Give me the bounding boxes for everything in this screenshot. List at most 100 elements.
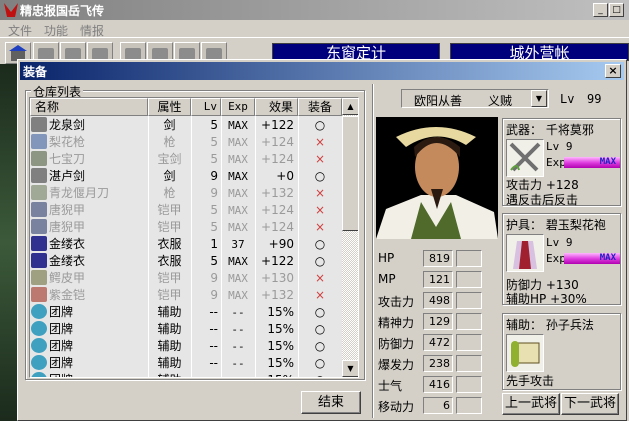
prev-general-button[interactable]: 上一武将 xyxy=(502,393,560,415)
item-exp: MAX xyxy=(228,170,248,183)
item-lv: 5 xyxy=(210,135,218,149)
item-effect: +122 xyxy=(261,118,294,132)
menu-bar: 文件 功能 情报 xyxy=(0,20,629,38)
shield-icon xyxy=(31,321,47,336)
item-name: 鳄皮甲 xyxy=(49,271,86,285)
close-button[interactable]: × xyxy=(605,64,621,78)
table-row[interactable]: 青龙偃月刀 枪 9 MAX +132 × xyxy=(30,185,342,202)
table-row[interactable]: 团牌 辅助 -- -- 15% ○ xyxy=(30,372,342,377)
item-effect: +132 xyxy=(261,288,294,302)
table-row[interactable]: 金缕衣 衣服 5 MAX +122 ○ xyxy=(30,253,342,270)
table-row[interactable]: 湛卢剑 剑 9 MAX +0 ○ xyxy=(30,168,342,185)
table-row[interactable]: 鳄皮甲 铠甲 9 MAX +130 × xyxy=(30,270,342,287)
table-row[interactable]: 团牌 辅助 -- -- 15% ○ xyxy=(30,355,342,372)
item-attr: 辅助 xyxy=(157,339,182,353)
item-lv: 9 xyxy=(210,288,218,302)
stat-label: 防御力 xyxy=(378,337,415,351)
item-exp: -- xyxy=(231,323,245,336)
stat-value: 472 xyxy=(423,334,453,351)
table-row[interactable]: 龙泉剑 剑 5 MAX +122 ○ xyxy=(30,117,342,134)
item-name: 唐猊甲 xyxy=(49,220,86,234)
table-row[interactable]: 团牌 辅助 -- -- 15% ○ xyxy=(30,304,342,321)
scroll-thumb[interactable] xyxy=(342,116,358,231)
stat-bonus-box xyxy=(456,271,482,288)
item-name: 金缕衣 xyxy=(49,237,86,251)
item-attr: 枪 xyxy=(163,186,176,200)
item-exp: MAX xyxy=(228,221,248,234)
item-attr: 枪 xyxy=(163,135,176,149)
weapon-exp-bar: MAX xyxy=(564,157,620,168)
column-effect[interactable]: 效果 xyxy=(255,98,298,116)
scroll-icon xyxy=(511,341,540,367)
item-equip-status: × xyxy=(314,186,326,200)
item-exp: -- xyxy=(231,340,245,353)
column-lv[interactable]: Lv xyxy=(191,98,221,116)
item-attr: 铠甲 xyxy=(157,271,182,285)
item-exp: MAX xyxy=(228,153,248,166)
robe-icon xyxy=(31,236,47,251)
weapon-panel: 武器： 千将莫邪 Lv 9 Exp MAX 攻击力 +128 遇反击后反击 xyxy=(502,118,621,207)
item-effect: +90 xyxy=(268,237,294,251)
column-attr[interactable]: 属性 xyxy=(148,98,191,116)
menu-info[interactable]: 情报 xyxy=(80,22,104,39)
scroll-up-button[interactable]: ▲ xyxy=(342,98,358,115)
stat-value: 121 xyxy=(423,271,453,288)
weapon-exp-label: Exp xyxy=(546,156,566,169)
item-effect: +132 xyxy=(261,186,294,200)
armor-bonus: 辅助HP +30% xyxy=(506,292,587,306)
menu-file[interactable]: 文件 xyxy=(8,22,32,39)
stat-value: 6 xyxy=(423,397,453,414)
item-attr: 辅助 xyxy=(157,356,182,370)
table-row[interactable]: 梨花枪 枪 5 MAX +124 × xyxy=(30,134,342,151)
minimize-button[interactable]: _ xyxy=(593,3,608,17)
next-general-button[interactable]: 下一武将 xyxy=(561,393,619,415)
item-lv: -- xyxy=(209,322,218,336)
aux-title: 辅助： 孙子兵法 xyxy=(506,318,594,332)
sword-icon xyxy=(31,117,47,132)
item-attr: 宝剑 xyxy=(157,152,182,166)
column-equip[interactable]: 装备 xyxy=(298,98,342,116)
item-attr: 剑 xyxy=(163,169,176,183)
item-equip-status: × xyxy=(314,152,326,166)
item-equip-status: ○ xyxy=(314,118,326,132)
item-lv: 5 xyxy=(210,220,218,234)
item-effect: +122 xyxy=(261,254,294,268)
column-name[interactable]: 名称 xyxy=(30,98,148,116)
table-row[interactable]: 唐猊甲 铠甲 5 MAX +124 × xyxy=(30,219,342,236)
table-row[interactable]: 团牌 辅助 -- -- 15% ○ xyxy=(30,321,342,338)
list-scrollbar[interactable]: ▲ ▼ xyxy=(342,98,358,377)
item-name: 龙泉剑 xyxy=(49,118,86,132)
table-row[interactable]: 七宝刀 宝剑 5 MAX +124 × xyxy=(30,151,342,168)
table-row[interactable]: 金缕衣 衣服 1 37 +90 ○ xyxy=(30,236,342,253)
table-row[interactable]: 唐猊甲 铠甲 5 MAX +124 × xyxy=(30,202,342,219)
character-select[interactable]: 欧阳从善 义贼 ▼ xyxy=(401,89,549,108)
item-equip-status: ○ xyxy=(314,339,326,353)
level-value: 99 xyxy=(587,92,602,106)
armor-icon xyxy=(31,219,47,234)
item-lv: -- xyxy=(209,339,218,353)
table-row[interactable]: 团牌 辅助 -- -- 15% ○ xyxy=(30,338,342,355)
stat-value: 498 xyxy=(423,292,453,309)
scroll-down-button[interactable]: ▼ xyxy=(342,360,358,377)
character-name: 欧阳从善 xyxy=(414,94,463,108)
weapon-lv: Lv 9 xyxy=(546,140,573,153)
item-exp: MAX xyxy=(228,119,248,132)
item-name: 团牌 xyxy=(49,339,74,353)
end-button[interactable]: 结束 xyxy=(301,391,361,414)
item-attr: 辅助 xyxy=(157,305,182,319)
item-lv: 5 xyxy=(210,118,218,132)
item-equip-status: ○ xyxy=(298,372,342,377)
menu-function[interactable]: 功能 xyxy=(44,22,68,39)
maximize-button[interactable]: □ xyxy=(609,3,624,17)
item-equip-status: × xyxy=(314,203,326,217)
item-equip-status: ○ xyxy=(314,237,326,251)
glaive-icon xyxy=(31,185,47,200)
table-row[interactable]: 紫金铠 铠甲 9 MAX +132 × xyxy=(30,287,342,304)
column-exp[interactable]: Exp xyxy=(221,98,255,116)
item-equip-status: × xyxy=(314,135,326,149)
window-titlebar: 精忠报国岳飞传 _ □ xyxy=(0,0,629,20)
aux-effect: 先手攻击 xyxy=(506,374,555,388)
stat-bonus-box xyxy=(456,292,482,309)
item-effect: +130 xyxy=(261,271,294,285)
chevron-down-icon[interactable]: ▼ xyxy=(531,90,547,107)
